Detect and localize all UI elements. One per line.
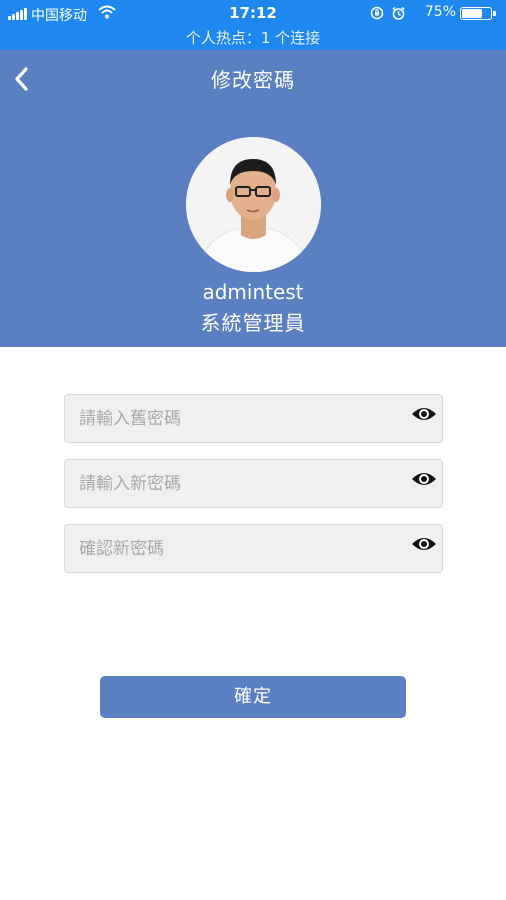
confirm-password-field[interactable] bbox=[64, 524, 443, 573]
header: 修改密碼 admintest 系統管理員 bbox=[0, 50, 506, 347]
hotspot-status: 个人热点：1 个连接 bbox=[185, 29, 321, 47]
eye-icon[interactable] bbox=[410, 469, 438, 489]
status-bar: 中国移动 17:12 75% 个人热点：1 个连接 bbox=[0, 0, 506, 50]
user-role: 系統管理員 bbox=[200, 311, 306, 335]
eye-icon[interactable] bbox=[410, 404, 438, 424]
avatar bbox=[186, 137, 321, 272]
alarm-icon bbox=[392, 6, 405, 20]
new-password-field[interactable] bbox=[64, 459, 443, 508]
confirm-button[interactable]: 確定 bbox=[100, 676, 406, 718]
old-password-field[interactable] bbox=[64, 394, 443, 443]
username: admintest bbox=[202, 280, 304, 304]
page-title: 修改密碼 bbox=[211, 68, 295, 92]
battery-icon bbox=[460, 7, 496, 20]
eye-icon[interactable] bbox=[410, 534, 438, 554]
battery-percent: 75% bbox=[424, 4, 456, 20]
new-password-input[interactable] bbox=[65, 460, 395, 507]
old-password-input[interactable] bbox=[65, 395, 395, 442]
confirm-password-input[interactable] bbox=[65, 525, 395, 572]
orientation-lock-icon bbox=[370, 6, 384, 20]
